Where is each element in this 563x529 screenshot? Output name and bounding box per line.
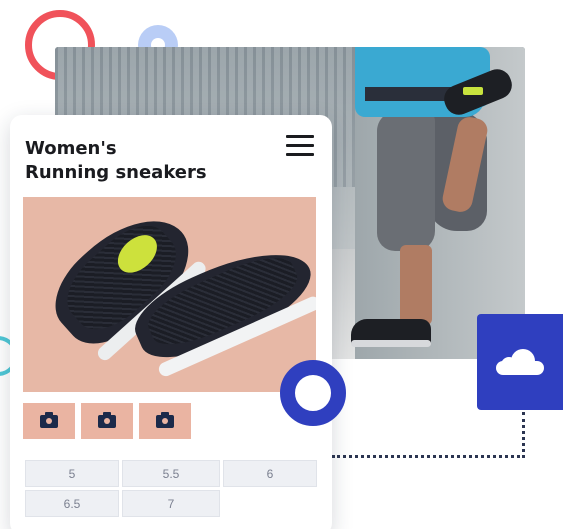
runner-standing-leg [377, 111, 435, 251]
thumbnail-3[interactable] [139, 403, 191, 439]
hamburger-menu-icon[interactable] [286, 135, 316, 157]
size-option[interactable]: 7 [122, 490, 220, 517]
scene: Women's Running sneakers 5 5.5 6 6.5 7 [0, 0, 563, 529]
thumbnail-1[interactable] [23, 403, 75, 439]
cloud-tile [477, 314, 563, 410]
camera-icon [40, 411, 58, 428]
size-option[interactable]: 5.5 [122, 460, 220, 487]
size-option[interactable]: 5 [25, 460, 119, 487]
size-option[interactable]: 6 [223, 460, 317, 487]
thumbnail-2[interactable] [81, 403, 133, 439]
blue-ring-decoration [280, 360, 346, 426]
dotted-connector-vertical [522, 412, 525, 458]
runner-shin [400, 245, 432, 325]
product-image[interactable] [23, 197, 316, 392]
cloud-icon [496, 349, 544, 375]
runner-standing-shoe [351, 319, 431, 347]
dotted-connector-horizontal [332, 455, 525, 458]
product-title: Women's Running sneakers [25, 137, 265, 185]
product-title-line2: Running sneakers [25, 162, 207, 183]
runner-wristband [463, 87, 483, 95]
thumbnail-row [23, 403, 191, 439]
product-title-line1: Women's [25, 138, 117, 159]
size-option[interactable]: 6.5 [25, 490, 119, 517]
camera-icon [156, 411, 174, 428]
product-card: Women's Running sneakers 5 5.5 6 6.5 7 [10, 115, 332, 529]
camera-icon [98, 411, 116, 428]
size-selector: 5 5.5 6 6.5 7 [25, 460, 317, 517]
